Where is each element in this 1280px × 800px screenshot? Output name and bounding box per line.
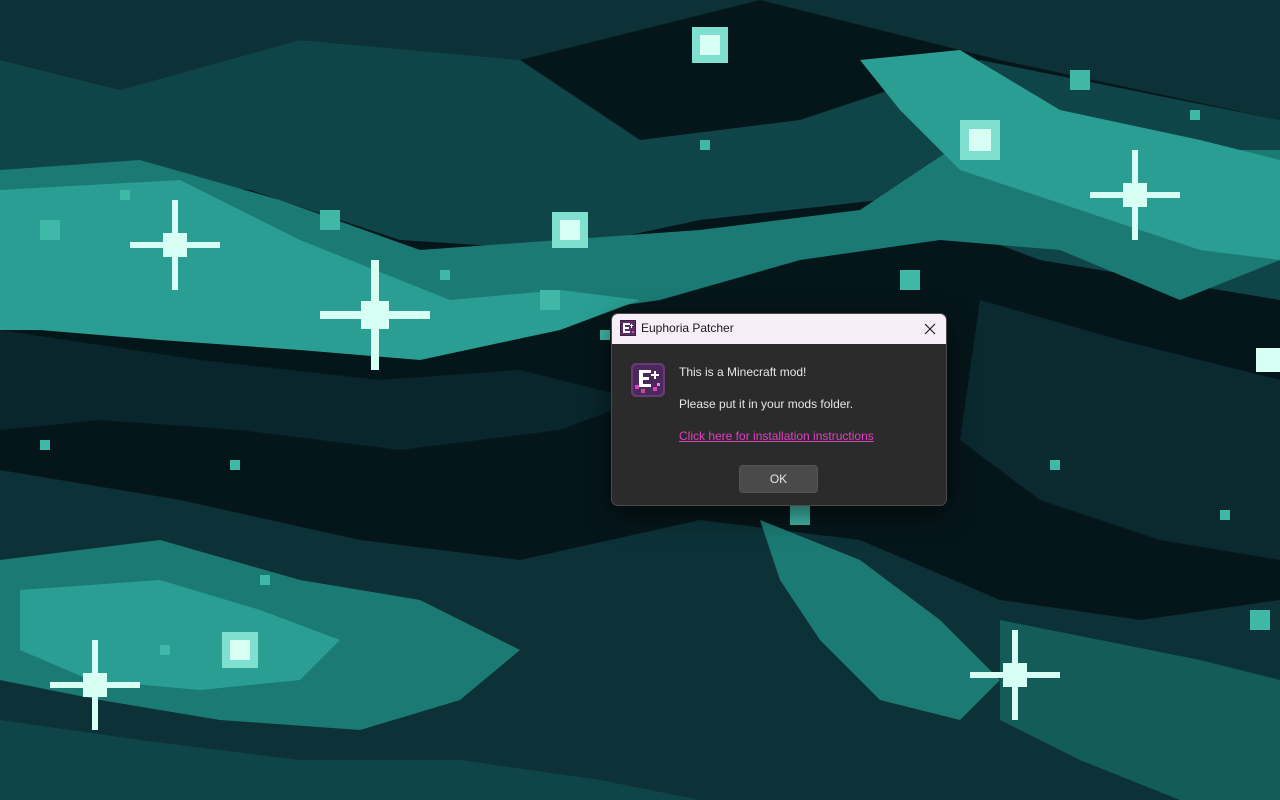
ok-button[interactable]: OK <box>739 465 818 493</box>
message-line-2: Please put it in your mods folder. <box>679 397 854 411</box>
dialog-title: Euphoria Patcher <box>641 321 734 335</box>
dialog-titlebar[interactable]: Euphoria Patcher <box>612 314 946 344</box>
euphoria-patcher-dialog: Euphoria Patcher This is a Minecraft mod… <box>611 313 947 506</box>
close-icon <box>924 323 936 335</box>
euphoria-e-plus-icon <box>631 363 665 397</box>
message-line-1: This is a Minecraft mod! <box>679 365 807 379</box>
installation-instructions-link[interactable]: Click here for installation instructions <box>679 429 874 443</box>
euphoria-app-icon <box>620 320 636 336</box>
close-button[interactable] <box>914 314 946 344</box>
